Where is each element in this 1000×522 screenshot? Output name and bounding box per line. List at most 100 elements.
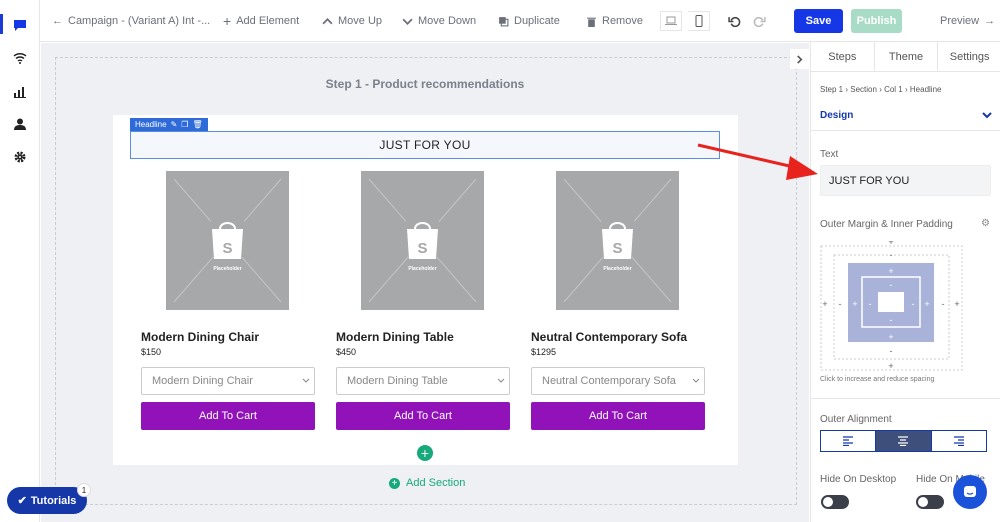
product-image-placeholder: S Placeholder: [166, 171, 289, 310]
variant-select[interactable]: Neutral Contemporary Sofa: [531, 367, 705, 395]
placeholder-label: Placeholder: [213, 266, 242, 272]
gear-icon[interactable]: ⚙: [981, 218, 990, 229]
chat-bubble-icon[interactable]: [12, 17, 28, 33]
chat-icon: [964, 486, 976, 497]
remove-button[interactable]: Remove: [586, 0, 643, 42]
align-left-button[interactable]: [821, 431, 877, 451]
product-price: $450: [336, 347, 357, 357]
desktop-view-toggle[interactable]: [660, 11, 682, 31]
phone-icon: [695, 15, 702, 27]
pencil-icon[interactable]: ✎: [171, 120, 178, 129]
hide-mobile-toggle[interactable]: [916, 495, 944, 509]
preview-button[interactable]: Preview →: [940, 0, 995, 42]
design-accordion[interactable]: Design: [820, 110, 992, 121]
mobile-view-toggle[interactable]: [688, 11, 710, 31]
gear-icon[interactable]: [12, 149, 28, 165]
divider: [811, 398, 1000, 399]
product-name: Modern Dining Table: [336, 330, 454, 344]
user-icon[interactable]: [12, 116, 28, 132]
chevron-down-icon: [497, 378, 505, 383]
placeholder-label: Placeholder: [408, 266, 437, 272]
redo-icon: [753, 16, 766, 27]
add-row-button[interactable]: +: [417, 445, 433, 461]
hide-desktop-label: Hide On Desktop: [820, 474, 897, 485]
breadcrumb-section[interactable]: Section: [850, 85, 877, 94]
alignment-label: Outer Alignment: [820, 414, 892, 425]
product-price: $150: [141, 347, 162, 357]
add-to-cart-button[interactable]: Add To Cart: [336, 402, 510, 430]
breadcrumb-step[interactable]: Step 1: [820, 85, 843, 94]
move-down-button[interactable]: Move Down: [402, 0, 476, 42]
svg-text:-: -: [869, 299, 872, 309]
svg-text:+: +: [888, 332, 893, 342]
svg-text:S: S: [417, 240, 427, 257]
headline-element-tag[interactable]: Headline ✎ ❐ 🗑: [130, 118, 208, 131]
trash-icon: [587, 17, 596, 27]
trash-icon[interactable]: 🗑: [192, 120, 202, 129]
product-section: Headline ✎ ❐ 🗑 JUST FOR YOU S Placeholde…: [113, 115, 738, 465]
headline-element[interactable]: JUST FOR YOU: [130, 131, 720, 159]
undo-icon: [728, 16, 741, 27]
svg-text:+: +: [822, 299, 827, 309]
publish-button[interactable]: Publish: [851, 9, 902, 33]
properties-panel: Steps Theme Settings Step 1 › Section › …: [810, 42, 1000, 522]
wifi-icon[interactable]: [12, 50, 28, 66]
chat-launcher-button[interactable]: [953, 475, 987, 509]
variant-select[interactable]: Modern Dining Table: [336, 367, 510, 395]
svg-text:+: +: [888, 266, 893, 276]
chevron-down-icon: [982, 112, 992, 119]
chevron-down-icon: [302, 378, 310, 383]
add-to-cart-button[interactable]: Add To Cart: [531, 402, 705, 430]
add-to-cart-button[interactable]: Add To Cart: [141, 402, 315, 430]
variant-select[interactable]: Modern Dining Chair: [141, 367, 315, 395]
svg-text:-: -: [839, 299, 842, 309]
chevron-right-icon: [797, 54, 803, 64]
breadcrumb-headline: Headline: [909, 85, 942, 94]
placeholder-label: Placeholder: [603, 266, 632, 272]
svg-text:S: S: [612, 240, 622, 257]
align-center-icon: [898, 436, 909, 446]
arrow-left-icon: ←: [52, 15, 63, 27]
svg-text:+: +: [888, 241, 893, 247]
spacing-editor[interactable]: + - + - + - + - + - + - + - + -: [820, 237, 991, 371]
tab-settings[interactable]: Settings: [938, 42, 1000, 71]
svg-text:S: S: [222, 240, 232, 257]
active-indicator: [0, 14, 3, 34]
copy-icon[interactable]: ❐: [181, 120, 188, 129]
copy-icon: [499, 16, 509, 26]
save-button[interactable]: Save: [794, 9, 843, 33]
step-title: Step 1 - Product recommendations: [325, 77, 525, 91]
align-left-icon: [843, 436, 854, 446]
svg-text:+: +: [852, 299, 857, 309]
tutorials-count-badge: 1: [77, 483, 91, 497]
svg-text:+: +: [954, 299, 959, 309]
panel-toggle-button[interactable]: [790, 49, 809, 69]
tutorials-button[interactable]: ✔ Tutorials: [7, 487, 87, 514]
chevron-down-icon: [402, 18, 413, 25]
hide-desktop-toggle[interactable]: [821, 495, 849, 509]
move-up-button[interactable]: Move Up: [322, 0, 382, 42]
tab-theme[interactable]: Theme: [875, 42, 939, 71]
add-section-button[interactable]: + Add Section: [389, 477, 465, 489]
align-right-button[interactable]: [932, 431, 986, 451]
laptop-icon: [665, 16, 677, 25]
chevron-up-icon: [322, 17, 333, 24]
bar-chart-icon[interactable]: [12, 83, 28, 99]
svg-text:-: -: [912, 299, 915, 309]
svg-text:-: -: [890, 280, 893, 290]
align-center-button[interactable]: [876, 431, 932, 451]
divider: [811, 130, 1000, 131]
undo-button[interactable]: [728, 0, 741, 42]
product-image-placeholder: S Placeholder: [556, 171, 679, 310]
panel-tabs: Steps Theme Settings: [811, 42, 1000, 72]
back-to-campaign-link[interactable]: ← Campaign - (Variant A) Int -...: [52, 0, 210, 42]
duplicate-button[interactable]: Duplicate: [498, 0, 560, 42]
tab-steps[interactable]: Steps: [811, 42, 875, 71]
headline-text-input[interactable]: JUST FOR YOU: [820, 165, 991, 196]
svg-text:-: -: [890, 346, 893, 356]
svg-text:+: +: [924, 299, 929, 309]
checkmark-icon: ✔: [17, 495, 27, 507]
add-element-button[interactable]: + Add Element: [223, 0, 299, 42]
breadcrumb-col[interactable]: Col 1: [884, 85, 903, 94]
redo-button[interactable]: [753, 0, 766, 42]
